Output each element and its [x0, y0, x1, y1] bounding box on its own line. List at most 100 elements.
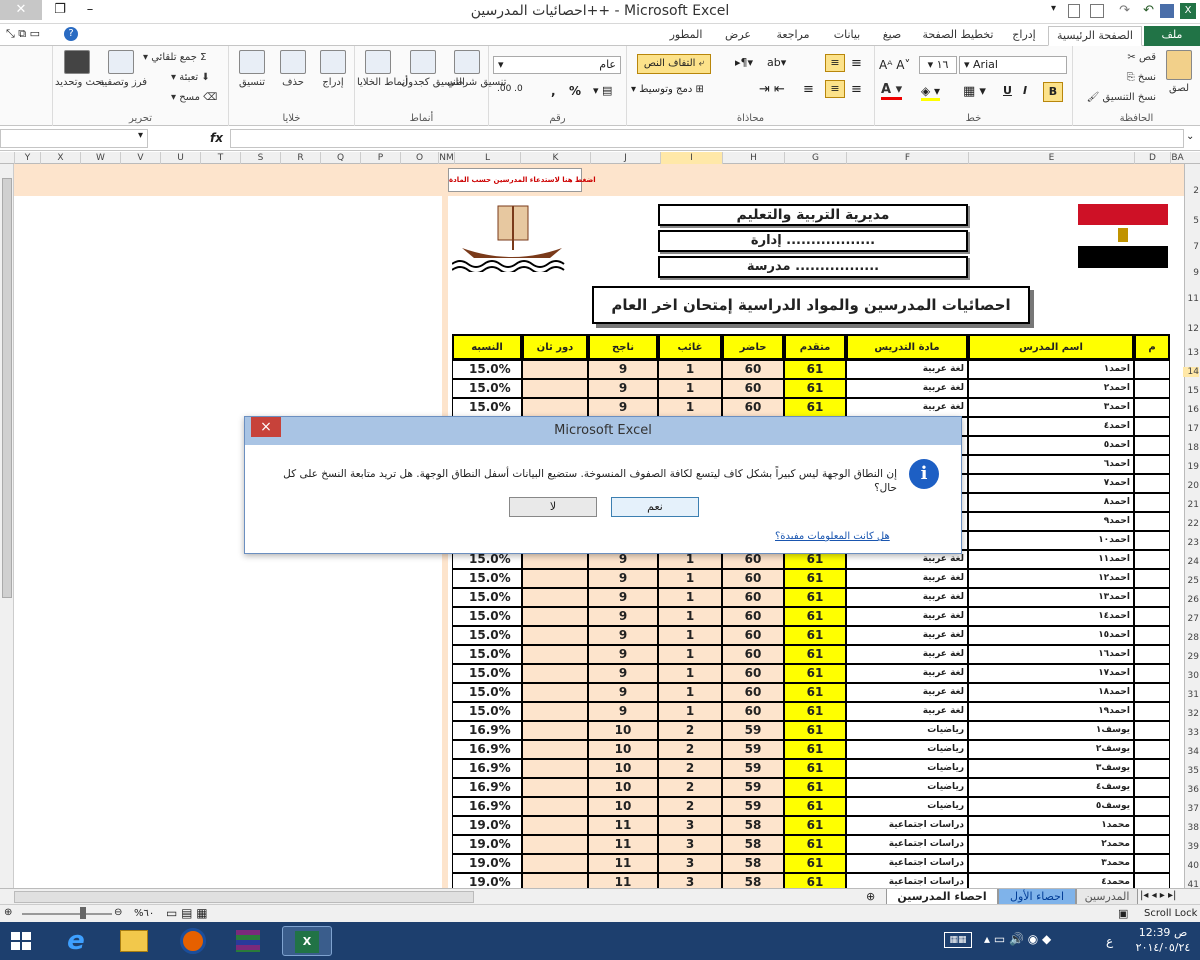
column-header[interactable]: O: [400, 152, 438, 164]
table-cell-second-round[interactable]: [522, 873, 588, 888]
column-header[interactable]: G: [784, 152, 846, 164]
paste-button[interactable]: لصق: [1162, 50, 1196, 94]
table-cell-teacher[interactable]: احمد١٨: [968, 683, 1134, 702]
table-cell-m[interactable]: [1134, 398, 1170, 417]
table-cell-absent[interactable]: 2: [658, 759, 722, 778]
table-cell-teacher[interactable]: احمد١٣: [968, 588, 1134, 607]
underline-icon[interactable]: U: [1003, 84, 1012, 97]
table-cell-passed[interactable]: 10: [588, 759, 658, 778]
table-cell-advanced[interactable]: 61: [784, 816, 846, 835]
column-header[interactable]: I: [660, 152, 722, 164]
tab-view[interactable]: عرض: [716, 26, 760, 46]
table-cell-m[interactable]: [1134, 645, 1170, 664]
table-cell-absent[interactable]: 1: [658, 626, 722, 645]
table-cell-subject[interactable]: لغة عربية: [846, 702, 968, 721]
help-link[interactable]: هل كانت المعلومات مفيدة؟: [775, 531, 890, 542]
grow-font-icon[interactable]: Aᴬ A˅: [879, 58, 910, 72]
row-header[interactable]: 28: [1183, 633, 1199, 643]
table-cell-present[interactable]: 58: [722, 854, 784, 873]
table-cell-second-round[interactable]: [522, 702, 588, 721]
table-cell-advanced[interactable]: 61: [784, 398, 846, 417]
table-cell-advanced[interactable]: 61: [784, 778, 846, 797]
table-cell-teacher[interactable]: احمد٣: [968, 398, 1134, 417]
table-cell-absent[interactable]: 1: [658, 702, 722, 721]
table-cell-passed[interactable]: 9: [588, 379, 658, 398]
align-left-icon[interactable]: ≡: [851, 82, 862, 97]
row-header[interactable]: 35: [1183, 766, 1199, 776]
table-cell-passed[interactable]: 9: [588, 702, 658, 721]
table-cell-subject[interactable]: لغة عربية: [846, 683, 968, 702]
firefox-icon[interactable]: [172, 926, 212, 956]
row-header[interactable]: 16: [1183, 405, 1199, 415]
print-preview-icon[interactable]: [1090, 4, 1104, 18]
row-header[interactable]: 2: [1183, 186, 1199, 196]
table-cell-ratio[interactable]: 15.0%: [452, 607, 522, 626]
column-header[interactable]: F: [846, 152, 968, 164]
zoom-in-icon[interactable]: ⊕: [4, 907, 12, 918]
indent-icon[interactable]: ⇥ ⇤: [759, 82, 785, 97]
row-header[interactable]: 29: [1183, 652, 1199, 662]
column-header[interactable]: BA: [1170, 152, 1184, 164]
table-cell-advanced[interactable]: 61: [784, 721, 846, 740]
table-cell-m[interactable]: [1134, 797, 1170, 816]
table-cell-m[interactable]: [1134, 474, 1170, 493]
table-cell-advanced[interactable]: 61: [784, 588, 846, 607]
table-cell-present[interactable]: 60: [722, 398, 784, 417]
table-cell-second-round[interactable]: [522, 683, 588, 702]
insert-cells-button[interactable]: إدراج: [315, 50, 351, 88]
autosum-button[interactable]: ▾ جمع تلقائي Σ: [143, 52, 206, 63]
align-top-icon[interactable]: ≡: [851, 56, 862, 71]
table-cell-second-round[interactable]: [522, 645, 588, 664]
table-cell-absent[interactable]: 2: [658, 740, 722, 759]
table-cell-present[interactable]: 60: [722, 626, 784, 645]
table-cell-subject[interactable]: لغة عربية: [846, 645, 968, 664]
zoom-thumb[interactable]: [80, 907, 86, 919]
row-header[interactable]: 15: [1183, 386, 1199, 396]
table-cell-ratio[interactable]: 16.9%: [452, 797, 522, 816]
tab-page-layout[interactable]: تخطيط الصفحة: [916, 26, 1000, 46]
table-cell-m[interactable]: [1134, 740, 1170, 759]
row-header[interactable]: 31: [1183, 690, 1199, 700]
table-cell-present[interactable]: 60: [722, 664, 784, 683]
row-header[interactable]: 19: [1183, 462, 1199, 472]
table-cell-teacher[interactable]: يوسف٢: [968, 740, 1134, 759]
table-cell-teacher[interactable]: احمد٢: [968, 379, 1134, 398]
table-cell-second-round[interactable]: [522, 835, 588, 854]
table-cell-advanced[interactable]: 61: [784, 873, 846, 888]
row-header[interactable]: 18: [1183, 443, 1199, 453]
table-cell-ratio[interactable]: 15.0%: [452, 664, 522, 683]
column-header[interactable]: H: [722, 152, 784, 164]
row-header[interactable]: 5: [1183, 216, 1199, 226]
row-header[interactable]: 20: [1183, 481, 1199, 491]
row-header[interactable]: 13: [1183, 348, 1199, 358]
table-cell-second-round[interactable]: [522, 854, 588, 873]
tray-icons[interactable]: ▴ ▭ 🔊 ◉ ◆: [984, 932, 1051, 946]
column-header[interactable]: E: [968, 152, 1134, 164]
tab-review[interactable]: مراجعة: [764, 26, 822, 46]
row-header[interactable]: 21: [1183, 500, 1199, 510]
table-cell-ratio[interactable]: 16.9%: [452, 778, 522, 797]
tab-data[interactable]: بيانات: [826, 26, 868, 46]
name-box[interactable]: ▾: [0, 129, 148, 148]
table-cell-teacher[interactable]: احمد٧: [968, 474, 1134, 493]
table-cell-advanced[interactable]: 61: [784, 854, 846, 873]
borders-icon[interactable]: ▦ ▾: [963, 84, 986, 99]
table-cell-advanced[interactable]: 61: [784, 626, 846, 645]
table-cell-ratio[interactable]: 19.0%: [452, 835, 522, 854]
table-cell-ratio[interactable]: 15.0%: [452, 379, 522, 398]
column-header[interactable]: T: [200, 152, 240, 164]
font-size-select[interactable]: ▾ ١٦: [919, 56, 957, 74]
excel-icon[interactable]: X: [1180, 3, 1196, 19]
file-explorer-icon[interactable]: [114, 926, 154, 956]
table-cell-m[interactable]: [1134, 683, 1170, 702]
table-cell-second-round[interactable]: [522, 721, 588, 740]
column-header[interactable]: W: [80, 152, 120, 164]
row-header[interactable]: 23: [1183, 538, 1199, 548]
table-cell-second-round[interactable]: [522, 664, 588, 683]
clock[interactable]: 12:39 ص ٢٠١٤/٠٥/٢٤: [1130, 925, 1196, 955]
table-cell-advanced[interactable]: 61: [784, 702, 846, 721]
table-cell-absent[interactable]: 1: [658, 398, 722, 417]
tab-nav-icon[interactable]: |◂ ◂ ▸ ▸|: [1140, 890, 1176, 901]
table-cell-present[interactable]: 58: [722, 835, 784, 854]
row-header[interactable]: 39: [1183, 842, 1199, 852]
